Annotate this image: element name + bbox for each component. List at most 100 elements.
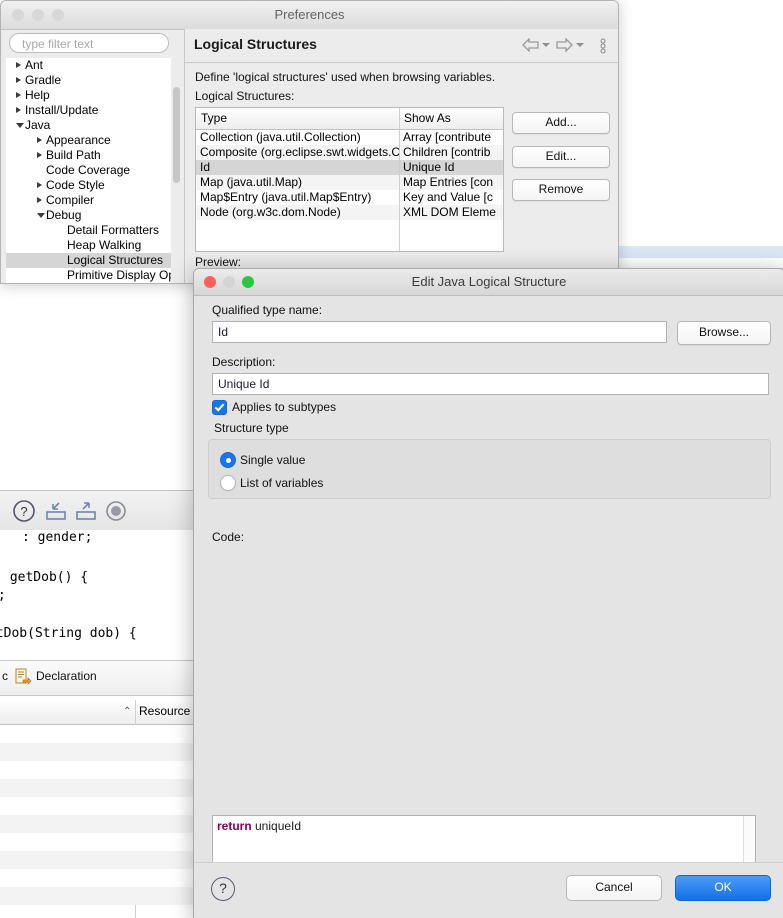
tree-item-label: Heap Walking — [67, 238, 142, 252]
table-row[interactable] — [0, 869, 196, 887]
add-button[interactable]: Add... — [512, 112, 610, 134]
table-row[interactable]: Id Unique Id — [196, 160, 503, 175]
tree-item-step-filtering[interactable]: Step Filtering — [6, 283, 171, 284]
table-row[interactable] — [0, 779, 196, 797]
code-editor-background[interactable]: : gender; getDob() { b; etDob(String dob… — [0, 530, 196, 658]
table-row[interactable] — [0, 833, 196, 851]
table-row[interactable]: Node (org.w3c.dom.Node) XML DOM Eleme — [196, 205, 503, 220]
screen-root: ? : gender; getDob() { b; etDob(String d… — [0, 0, 783, 918]
help-icon[interactable]: ? — [12, 499, 36, 528]
column-divider[interactable] — [399, 108, 400, 251]
tree-item-compiler[interactable]: Compiler — [6, 193, 171, 208]
ok-button[interactable]: OK — [675, 875, 771, 901]
cell-show-as: Key and Value [c — [403, 190, 493, 204]
table-row[interactable] — [0, 815, 196, 833]
radio-single-value-label[interactable]: Single value — [240, 453, 305, 467]
tree-item-help[interactable]: Help — [6, 88, 171, 103]
table-row[interactable]: Map (java.util.Map) Map Entries [con — [196, 175, 503, 190]
tree-item-label: Compiler — [46, 193, 95, 207]
tree-item-primitive-display-op[interactable]: Primitive Display Op — [6, 268, 171, 283]
page-description: Define 'logical structures' used when br… — [195, 70, 496, 84]
qualified-type-name-label: Qualified type name: — [212, 303, 323, 317]
cancel-button[interactable]: Cancel — [566, 875, 662, 901]
table-row[interactable]: Collection (java.util.Collection) Array [… — [196, 130, 503, 145]
cell-show-as: Array [contribute — [403, 130, 492, 144]
background-results-table[interactable]: ⌃ Resource — [0, 700, 196, 918]
tree-item-install-update[interactable]: Install/Update — [6, 103, 171, 118]
dialog-titlebar[interactable]: Edit Java Logical Structure — [194, 269, 783, 296]
tree-item-debug[interactable]: Debug — [6, 208, 171, 223]
tree-vertical-scrollbar[interactable] — [173, 87, 180, 183]
dialog-footer: ? Cancel OK — [194, 862, 783, 918]
code-line: b; — [0, 588, 6, 603]
tree-item-label: Code Style — [46, 178, 105, 192]
tree-item-gradle[interactable]: Gradle — [6, 73, 171, 88]
sort-ascending-icon[interactable]: ⌃ — [123, 706, 131, 717]
table-row[interactable] — [0, 887, 196, 905]
declaration-view-icon — [14, 668, 32, 691]
table-row[interactable] — [0, 851, 196, 869]
chevron-right-icon[interactable] — [37, 137, 42, 143]
chevron-right-icon[interactable] — [16, 77, 21, 83]
minimize-view-icon[interactable] — [44, 499, 68, 528]
help-icon[interactable]: ? — [211, 877, 235, 901]
preferences-tree[interactable]: Ant Gradle Help Install/Update Java Appearanc… — [6, 58, 171, 284]
table-row[interactable]: Map$Entry (java.util.Map$Entry) Key and V… — [196, 190, 503, 205]
qualified-type-name-input[interactable]: Id — [212, 321, 667, 343]
radio-list-of-variables[interactable] — [220, 475, 236, 491]
maximize-view-icon[interactable] — [74, 499, 98, 528]
chevron-down-icon[interactable] — [37, 213, 45, 218]
tree-item-java[interactable]: Java — [6, 118, 171, 133]
table-row[interactable] — [0, 761, 196, 779]
description-input[interactable]: Unique Id — [212, 373, 769, 395]
chevron-right-icon[interactable] — [16, 62, 21, 68]
tree-item-code-style[interactable]: Code Style — [6, 178, 171, 193]
chevron-right-icon[interactable] — [16, 92, 21, 98]
chevron-right-icon[interactable] — [37, 197, 42, 203]
svg-text:?: ? — [20, 504, 27, 519]
tree-item-code-coverage[interactable]: Code Coverage — [6, 163, 171, 178]
preview-label: Preview: — [195, 255, 242, 269]
column-header-show-as[interactable]: Show As — [404, 111, 451, 125]
tree-item-detail-formatters[interactable]: Detail Formatters — [6, 223, 171, 238]
applies-to-subtypes-checkbox[interactable] — [212, 400, 227, 415]
edit-button[interactable]: Edit... — [512, 146, 610, 168]
arrow-right-icon[interactable] — [556, 37, 573, 57]
edit-logical-structure-dialog: Edit Java Logical Structure Qualified ty… — [193, 268, 783, 918]
applies-to-subtypes-label[interactable]: Applies to subtypes — [232, 400, 336, 414]
remove-button[interactable]: Remove — [512, 179, 610, 201]
chevron-down-icon[interactable] — [16, 123, 24, 128]
tree-item-appearance[interactable]: Appearance — [6, 133, 171, 148]
radio-single-value[interactable] — [220, 452, 236, 468]
radio-list-of-variables-label[interactable]: List of variables — [240, 476, 323, 490]
tab-declaration[interactable]: Declaration — [36, 669, 97, 683]
filter-input[interactable]: type filter text — [9, 33, 169, 53]
chevron-right-icon[interactable] — [16, 107, 21, 113]
logical-structures-table[interactable]: Type Show As Collection (java.util.Colle… — [195, 107, 504, 252]
chevron-right-icon[interactable] — [37, 182, 42, 188]
tree-item-heap-walking[interactable]: Heap Walking — [6, 238, 171, 253]
code-expression: uniqueId — [251, 819, 302, 833]
tree-item-build-path[interactable]: Build Path — [6, 148, 171, 163]
table-row[interactable] — [0, 797, 196, 815]
browse-button[interactable]: Browse... — [677, 321, 771, 345]
column-header-resource[interactable]: Resource — [139, 704, 190, 718]
dialog-title: Edit Java Logical Structure — [411, 274, 567, 289]
stop-icon[interactable] — [104, 499, 128, 528]
table-row[interactable]: Composite (org.eclipse.swt.widgets.Com Ch… — [196, 145, 503, 160]
back-history-caret-icon[interactable] — [542, 43, 550, 47]
chevron-right-icon[interactable] — [37, 152, 42, 158]
tree-item-label: Step Filtering — [67, 283, 138, 284]
header-divider — [185, 62, 618, 63]
window-title: Preferences — [274, 7, 345, 22]
table-row[interactable] — [0, 725, 196, 743]
tree-item-logical-structures[interactable]: Logical Structures — [6, 253, 171, 268]
table-row[interactable] — [0, 743, 196, 761]
tree-item-label: Primitive Display Op — [67, 268, 171, 282]
forward-history-caret-icon[interactable] — [576, 43, 584, 47]
tree-item-ant[interactable]: Ant — [6, 58, 171, 73]
preferences-titlebar[interactable]: Preferences — [1, 1, 618, 30]
kebab-menu-icon[interactable] — [599, 38, 607, 59]
column-header-type[interactable]: Type — [201, 111, 227, 125]
arrow-left-icon[interactable] — [522, 37, 539, 57]
